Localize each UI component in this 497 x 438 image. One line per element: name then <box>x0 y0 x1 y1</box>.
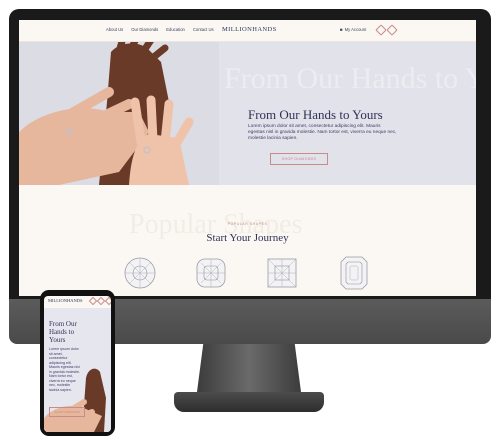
shapes-eyebrow: POPULAR SHAPES <box>227 222 268 226</box>
account-label: My Account <box>344 27 367 32</box>
mobile-hero-description: Lorem ipsum dolor sit amet, consectetur … <box>49 347 80 392</box>
hero-title: From Our Hands to Yours <box>248 107 383 122</box>
nav-icons <box>375 24 398 36</box>
hands-photo <box>19 42 219 185</box>
site-logo[interactable]: MILLIONHANDS <box>222 26 277 33</box>
account-link[interactable]: ☻ My Account <box>339 27 366 32</box>
princess-diamond-icon[interactable] <box>265 255 299 291</box>
hero-section: From Our Hands to Yours From Our Hands t… <box>19 42 476 185</box>
mobile-logo[interactable]: MILLIONHANDS <box>48 298 83 303</box>
nav-link-education[interactable]: Education <box>166 27 185 32</box>
mobile-shop-diamonds-button[interactable]: SHOP DIAMONDS <box>49 407 85 417</box>
round-diamond-icon[interactable] <box>123 255 157 291</box>
monitor-stand-neck <box>197 344 301 392</box>
shapes-section: Popular Shapes POPULAR SHAPES Start Your… <box>19 185 476 296</box>
main-nav: About Us Our Diamonds Education Contact … <box>106 27 214 32</box>
mobile-website: MILLIONHANDS From Our Hands to Yours Lor… <box>44 296 111 432</box>
mobile-hero-title: From Our Hands to Yours <box>49 320 77 344</box>
cushion-diamond-icon[interactable] <box>194 255 228 291</box>
wishlist-icon[interactable] <box>375 24 387 36</box>
monitor-stand-base <box>174 392 324 412</box>
desktop-website: About Us Our Diamonds Education Contact … <box>19 20 476 296</box>
site-header: About Us Our Diamonds Education Contact … <box>19 20 476 42</box>
cart-icon[interactable] <box>386 24 398 36</box>
emerald-diamond-icon[interactable] <box>337 255 371 291</box>
shop-diamonds-button[interactable]: SHOP DIAMONDS <box>270 153 328 165</box>
mobile-nav-icons <box>88 296 111 306</box>
nav-link-about[interactable]: About Us <box>106 27 123 32</box>
hero-watermark: From Our Hands to Yours <box>224 62 476 95</box>
nav-link-contact[interactable]: Contact Us <box>193 27 214 32</box>
menu-icon[interactable] <box>104 296 111 306</box>
mobile-hero: From Our Hands to Yours Lorem ipsum dolo… <box>44 308 111 432</box>
hero-description: Lorem ipsum dolor sit amet, consectetur … <box>248 124 397 142</box>
nav-link-diamonds[interactable]: Our Diamonds <box>131 27 158 32</box>
shapes-title: Start Your Journey <box>206 232 289 244</box>
user-icon: ☻ <box>339 27 344 32</box>
